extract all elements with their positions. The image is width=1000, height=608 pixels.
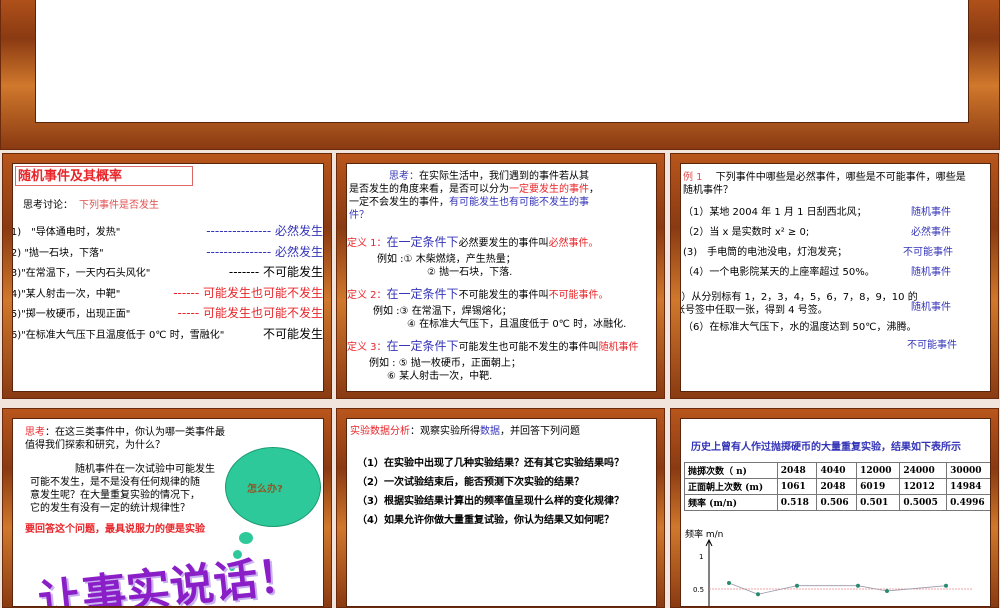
data-point: [944, 583, 948, 588]
table-cell: 0.4996: [946, 494, 990, 511]
table-cell: 2048: [816, 478, 858, 495]
list-item: (2) "抛一石块，下落": [12, 247, 104, 259]
table-cell: 12012: [899, 478, 948, 495]
table-cell: 24000: [899, 462, 948, 479]
y-axis-label: 频率 m/n: [685, 528, 723, 540]
bubble-text: 怎么办?: [247, 484, 283, 495]
answer: 必然事件: [911, 227, 951, 238]
question: （4）如果允许你做大量重复试验，你认为结果又如何呢？: [357, 515, 614, 526]
slide-title: 随机事件及其概率: [15, 166, 193, 186]
table-cell: 正面朝上次数 (m): [684, 478, 778, 495]
data-point: [727, 581, 731, 586]
table-cell: 0.506: [816, 494, 858, 511]
coin-toss-table: 抛掷次数（ n) 2048 4040 12000 24000 30000 正面朝上次数 (m…: [684, 462, 990, 511]
list-item: (4)"某人射击一次，中靶": [12, 288, 121, 300]
list-item: (3)"在常温下，一天内石头风化": [12, 268, 151, 279]
definition: 定义 3：在一定条件下可能发生也可能不发生的事件叫随机事件: [347, 339, 639, 354]
y-tick-label: 0.5: [693, 586, 704, 594]
answer: 随机事件: [911, 267, 951, 278]
table-cell: 0.5005: [899, 494, 948, 511]
data-point: [795, 583, 799, 588]
table-cell: 抛掷次数（ n): [684, 462, 778, 479]
data-point: [856, 583, 860, 588]
question: （1）在实验中出现了几种实验结果？还有其它实验结果吗？: [357, 458, 624, 469]
question: （3）根据实验结果计算出的频率值呈现什么样的变化规律？: [357, 496, 624, 507]
label: 思考讨论：: [23, 200, 73, 211]
answer: 不可能事件: [903, 247, 953, 258]
answer: 随机事件: [911, 207, 951, 218]
slide-thumbnail-2[interactable]: 思考：在实际生活中，我们遇到的事件若从其 是否发生的角度来看，是否可以分为一定要…: [336, 153, 665, 399]
table-cell: 0.501: [856, 494, 901, 511]
list-item: （2）当 x 是实数时 x² ≥ 0;: [683, 227, 810, 238]
answer: ------- 不可能发生: [228, 265, 323, 279]
definition: 定义 2：在一定条件下不可能发生的事件叫不可能事件。: [347, 287, 609, 302]
table-row: 抛掷次数（ n) 2048 4040 12000 24000 30000: [684, 462, 990, 479]
table-cell: 0.518: [776, 494, 818, 511]
slide-preview-pane: [0, 0, 1000, 150]
list-item: （6）在标准大气压下，水的温度达到 50℃，沸腾。: [683, 322, 917, 333]
data-point: [756, 592, 760, 597]
label: 下列事件是否发生: [79, 200, 159, 211]
answer: ------ 可能发生也可能不发生: [173, 285, 323, 300]
list-item: 5）从分别标有 1，2，3，4，5，6，7，8，9，10 的: [680, 292, 918, 303]
table-cell: 4040: [816, 462, 858, 479]
answer: 不可能发生: [262, 326, 323, 341]
table-cell: 1061: [776, 478, 818, 495]
table-cell: 频率 (m/n): [684, 494, 778, 511]
list-item: (6)"在标准大气压下且温度低于 0℃ 时，雪融化": [12, 329, 225, 341]
table-cell: 6019: [856, 478, 901, 495]
list-item: （1）某地 2004 年 1 月 1 日刮西北风；: [683, 207, 867, 218]
table-cell: 30000: [946, 462, 990, 479]
table-cell: 12000: [856, 462, 901, 479]
answer: 不可能事件: [907, 340, 957, 351]
table-cell: 14984: [946, 478, 990, 495]
slide-thumbnail-3[interactable]: 例 1 下列事件中哪些是必然事件，哪些是不可能事件，哪些是 随机事件？ （1）某…: [670, 153, 999, 399]
answer: --------------- 必然发生: [206, 224, 323, 238]
table-cell: 2048: [776, 462, 818, 479]
answer: 随机事件: [911, 302, 951, 313]
slide-thumbnail-6[interactable]: 历史上曾有人作过抛掷硬币的大量重复实验，结果如下表所示 抛掷次数（ n) 2048…: [670, 408, 999, 608]
data-point: [885, 588, 889, 593]
frequency-chart: 频率 m/n 1 0.5: [685, 528, 973, 606]
list-item: (1) "导体通电时，发热": [12, 227, 121, 238]
y-tick-label: 1: [699, 553, 703, 561]
list-item: (3) 手电筒的电池没电，灯泡发亮；: [683, 247, 848, 258]
slogan: 让事实说话！: [36, 549, 304, 607]
slide-thumbnail-4[interactable]: 思考：在这三类事件中，你认为哪一类事件最 值得我们探索和研究，为什么？ 随机事件…: [2, 408, 332, 608]
question: （2）一次试验结束后，能否预测下次实验的结果？: [357, 477, 584, 488]
list-item: （4）一个电影院某天的上座率超过 50%。: [683, 267, 875, 278]
slide-thumbnail-5[interactable]: 实验数据分析：观察实验所得数据，并回答下列问题 （1）在实验中出现了几种实验结果…: [336, 408, 665, 608]
slide-preview-canvas: [35, 0, 969, 123]
table-row: 正面朝上次数 (m) 1061 2048 6019 12012 14984: [684, 478, 990, 495]
answer: ----- 可能发生也可能不发生: [177, 306, 323, 320]
definition: 定义 1：在一定条件下必然要发生的事件叫必然事件。: [347, 235, 599, 250]
slide-thumbnail-1[interactable]: 随机事件及其概率 思考讨论： 下列事件是否发生 (1) "导体通电时，发热" --…: [2, 153, 332, 399]
table-row: 频率 (m/n) 0.518 0.506 0.501 0.5005 0.4996: [684, 494, 990, 511]
list-item: (5)"掷一枚硬币，出现正面": [12, 309, 131, 320]
answer: --------------- 必然发生: [206, 244, 323, 259]
